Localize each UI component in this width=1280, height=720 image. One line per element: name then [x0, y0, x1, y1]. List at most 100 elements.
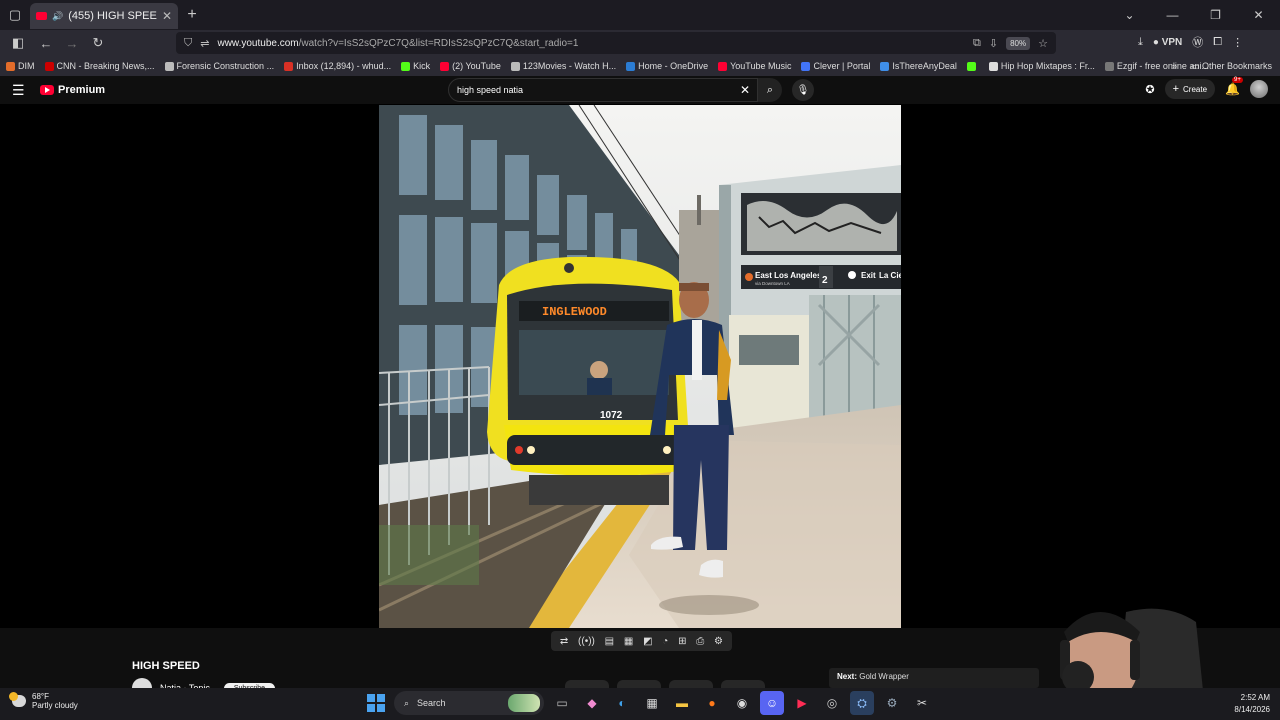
more-bookmarks-icon[interactable]: » — [1172, 61, 1177, 71]
close-window-button[interactable]: ✕ — [1237, 8, 1280, 22]
bookmark-item[interactable]: YouTube Music — [718, 61, 791, 71]
tab-overview-icon[interactable]: ▢ — [0, 0, 30, 30]
audio-icon[interactable]: ((•)) — [578, 636, 595, 647]
window-controls: ⌄ — ❐ ✕ — [1108, 8, 1280, 22]
zoom-level-badge[interactable]: 80% — [1006, 36, 1031, 50]
audio-playing-icon[interactable]: 🔊 — [52, 11, 63, 22]
voice-search-icon[interactable]: 🎙 — [792, 79, 814, 101]
snipping-tool-icon[interactable]: ✂ — [910, 691, 934, 715]
shield-icon[interactable]: ⛉ — [184, 37, 192, 50]
cinema-icon[interactable]: ▦ — [624, 636, 633, 647]
bookmark-item[interactable]: 123Movies - Watch H... — [510, 61, 616, 71]
bookmark-favicon-icon — [510, 61, 520, 71]
settings-icon[interactable]: ⚙ — [880, 691, 904, 715]
resize-icon[interactable]: ◩ — [643, 636, 652, 647]
file-explorer-icon[interactable]: ▬ — [670, 691, 694, 715]
popout-icon[interactable]: ⊞ — [678, 636, 686, 647]
firefox-icon[interactable]: ● — [700, 691, 724, 715]
youtube-header-right: ✪ + Create 🔔 9+ — [1145, 77, 1268, 99]
notifications-bell-icon[interactable]: 🔔 9+ — [1225, 77, 1243, 96]
station-sub-text: via Downtown LA — [755, 281, 790, 286]
screenshot-icon[interactable]: ⎙ — [696, 636, 704, 647]
url-text[interactable]: www.youtube.com/watch?v=IsS2sQPzC7Q&list… — [217, 38, 965, 49]
app-icon[interactable]: ◎ — [820, 691, 844, 715]
discord-icon[interactable]: ☺ — [760, 691, 784, 715]
bookmark-favicon-icon — [718, 61, 728, 71]
minimize-button[interactable]: — — [1151, 8, 1194, 22]
clock-time: 2:52 AM — [1240, 693, 1270, 702]
active-tab[interactable]: 🔊 (455) HIGH SPEED - YouTube ✕ — [30, 3, 178, 29]
up-next-prefix: Next: — [837, 672, 858, 681]
taskbar-search[interactable]: ⌕ Search — [394, 691, 544, 715]
media-player-icon[interactable]: ▶ — [790, 691, 814, 715]
loop-icon[interactable]: ⇄ — [560, 636, 568, 647]
bookmark-label: Inbox (12,894) - whud... — [296, 61, 392, 71]
bookmark-item[interactable]: CNN - Breaking News,... — [44, 61, 155, 71]
download-page-icon[interactable]: ⇩ — [989, 37, 998, 50]
search-icon: ⌕ — [404, 697, 410, 708]
create-button[interactable]: + Create — [1164, 79, 1216, 99]
start-button[interactable] — [364, 691, 388, 715]
studio-icon[interactable]: ✪ — [1145, 83, 1154, 96]
exit-dest-text: La Cie — [879, 271, 901, 280]
up-next-tooltip[interactable]: Next: Gold Wrapper — [829, 668, 1039, 688]
sidebar-toggle-icon[interactable]: ◧ — [6, 31, 30, 55]
settings-gear-icon[interactable]: ⚙ — [714, 636, 723, 647]
system-clock[interactable]: 2:52 AM 8/14/2026 — [1234, 692, 1270, 716]
speed-icon[interactable]: ◔ — [662, 636, 668, 647]
bookmark-item[interactable]: DIM — [6, 61, 35, 71]
bookmark-item[interactable]: Forensic Construction ... — [164, 61, 274, 71]
account-avatar[interactable] — [1250, 80, 1268, 98]
clear-search-icon[interactable]: ✕ — [740, 83, 750, 97]
youtube-logo[interactable]: Premium — [40, 84, 105, 96]
youtube-play-icon — [40, 85, 54, 95]
obs-icon[interactable]: ◉ — [730, 691, 754, 715]
bookmark-item[interactable]: Hip Hop Mixtapes : Fr... — [988, 61, 1095, 71]
wallet-icon[interactable]: Ⓦ — [1192, 34, 1203, 50]
reload-button[interactable]: ↻ — [86, 31, 110, 55]
site-settings-icon[interactable]: ⇌ — [200, 37, 209, 50]
bookmark-item[interactable]: (2) YouTube — [440, 61, 501, 71]
playlist-icon[interactable]: ▤ — [605, 636, 614, 647]
extensions-icon[interactable]: ⧠ — [1213, 36, 1222, 49]
bookmark-item[interactable]: Kick — [401, 61, 430, 71]
weather-widget[interactable]: 68°F Partly cloudy — [9, 692, 78, 710]
search-input[interactable]: high speed natia — [448, 78, 758, 102]
search-button[interactable]: ⌕ — [758, 78, 782, 102]
bookmark-item[interactable]: Home - OneDrive — [626, 61, 708, 71]
bookmark-favicon-icon — [880, 61, 890, 71]
back-button[interactable]: ← — [34, 31, 58, 55]
forward-button[interactable]: → — [60, 31, 84, 55]
steam-icon[interactable]: ⛭ — [850, 691, 874, 715]
tab-close-icon[interactable]: ✕ — [162, 9, 172, 23]
hamburger-menu-icon[interactable]: ☰ — [12, 82, 28, 99]
video-player[interactable]: East Los Angeles via Downtown LA 2 Exit … — [0, 104, 1280, 628]
bookmark-item[interactable]: Clever | Portal — [801, 61, 870, 71]
clock-date: 8/14/2026 — [1234, 705, 1270, 714]
copilot-icon[interactable]: ◆ — [580, 691, 604, 715]
video-frame[interactable]: East Los Angeles via Downtown LA 2 Exit … — [379, 105, 901, 628]
bookmark-item[interactable] — [966, 61, 979, 71]
maximize-button[interactable]: ❐ — [1194, 8, 1237, 22]
picture-in-picture-icon[interactable]: ⧉ — [973, 37, 981, 50]
store-icon[interactable]: ▦ — [640, 691, 664, 715]
task-view-icon[interactable]: ▭ — [550, 691, 574, 715]
bookmarks-bar: DIM CNN - Breaking News,... Forensic Const… — [0, 56, 1280, 76]
platform-number-text: 2 — [822, 275, 828, 286]
edge-icon[interactable]: ◐ — [610, 691, 634, 715]
bookmark-item[interactable]: IsThereAnyDeal — [880, 61, 957, 71]
tab-list-chevron-icon[interactable]: ⌄ — [1108, 8, 1151, 22]
new-tab-button[interactable]: + — [178, 6, 206, 24]
other-bookmarks[interactable]: ▭ Other Bookmarks — [1191, 61, 1272, 72]
bookmark-star-icon[interactable]: ☆ — [1038, 37, 1048, 50]
youtube-header: ☰ Premium high speed natia ✕ ⌕ 🎙 ✪ + Crea… — [0, 76, 1280, 104]
menu-icon[interactable]: ⋮ — [1232, 36, 1243, 49]
up-next-title: Gold Wrapper — [859, 672, 909, 681]
bookmark-item[interactable]: Inbox (12,894) - whud... — [284, 61, 391, 71]
vpn-button[interactable]: ● VPN — [1153, 37, 1182, 48]
address-bar[interactable]: ⛉ ⇌ www.youtube.com/watch?v=IsS2sQPzC7Q&… — [176, 32, 1056, 54]
downloads-icon[interactable]: ⤓ — [1138, 36, 1143, 49]
windows-taskbar: 68°F Partly cloudy ⌕ Search ▭ ◆ ◐ ▦ ▬ ● … — [0, 688, 1280, 720]
bookmark-favicon-icon — [44, 61, 54, 71]
bookmark-favicon-icon — [440, 61, 450, 71]
